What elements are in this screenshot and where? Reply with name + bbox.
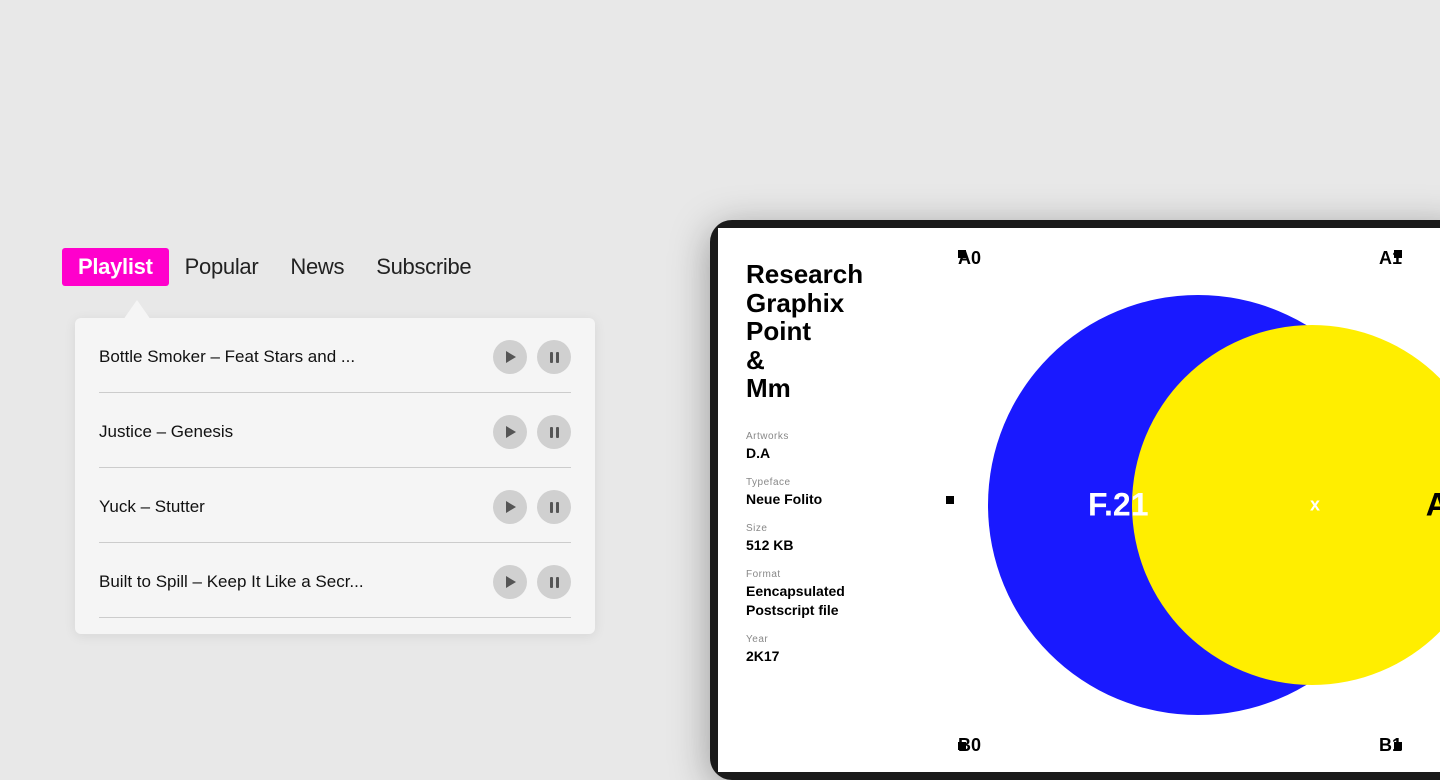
format-value: EencapsulatedPostscript file xyxy=(746,583,845,618)
meta-year: Year 2K17 xyxy=(746,634,910,666)
pause-icon xyxy=(550,427,559,438)
chart-panel: A0 A1 B0 B1 xyxy=(938,228,1440,772)
pause-icon xyxy=(550,352,559,363)
pause-button[interactable] xyxy=(537,565,571,599)
meta-typeface: Typeface Neue Folito xyxy=(746,477,910,509)
play-button[interactable] xyxy=(493,565,527,599)
typeface-value: Neue Folito xyxy=(746,491,822,507)
info-panel: ResearchGraphixPoint&Mm Artworks D.A Typ… xyxy=(718,228,938,772)
year-label: Year xyxy=(746,634,910,645)
tab-news[interactable]: News xyxy=(274,248,360,286)
play-button[interactable] xyxy=(493,340,527,374)
play-icon xyxy=(506,501,516,513)
venn-container: F.21 x AB xyxy=(968,268,1440,742)
track-item: Built to Spill – Keep It Like a Secr... xyxy=(75,543,595,618)
track-title: Justice – Genesis xyxy=(99,422,477,442)
meta-format: Format EencapsulatedPostscript file xyxy=(746,569,910,620)
size-value: 512 KB xyxy=(746,537,793,553)
size-label: Size xyxy=(746,523,910,534)
grid-square-bottom-right xyxy=(1394,742,1402,750)
format-label: Format xyxy=(746,569,910,580)
track-item: Yuck – Stutter xyxy=(75,468,595,543)
track-item: Justice – Genesis xyxy=(75,393,595,468)
venn-ab-label: AB xyxy=(1426,487,1440,524)
track-controls xyxy=(493,340,571,374)
pause-button[interactable] xyxy=(537,490,571,524)
left-panel: Playlist Popular News Subscribe Bottle S… xyxy=(0,0,660,720)
nav-tabs: Playlist Popular News Subscribe xyxy=(62,248,487,286)
pause-button[interactable] xyxy=(537,340,571,374)
pause-button[interactable] xyxy=(537,415,571,449)
grid-square-top-left xyxy=(958,250,966,258)
font-name: ResearchGraphixPoint&Mm xyxy=(746,260,910,403)
play-button[interactable] xyxy=(493,490,527,524)
grid-square-top-right xyxy=(1394,250,1402,258)
device-frame: ResearchGraphixPoint&Mm Artworks D.A Typ… xyxy=(710,220,1440,780)
artworks-label: Artworks xyxy=(746,431,910,442)
track-item: Bottle Smoker – Feat Stars and ... xyxy=(75,318,595,393)
track-title: Yuck – Stutter xyxy=(99,497,477,517)
track-controls xyxy=(493,415,571,449)
play-icon xyxy=(506,351,516,363)
device-screen: ResearchGraphixPoint&Mm Artworks D.A Typ… xyxy=(718,228,1440,772)
typeface-label: Typeface xyxy=(746,477,910,488)
pause-icon xyxy=(550,502,559,513)
playlist-card: Bottle Smoker – Feat Stars and ... xyxy=(75,318,595,634)
grid-square-bottom-left xyxy=(958,742,966,750)
track-controls xyxy=(493,490,571,524)
play-icon xyxy=(506,576,516,588)
play-button[interactable] xyxy=(493,415,527,449)
venn-center-label: F.21 xyxy=(1088,487,1148,524)
track-title: Bottle Smoker – Feat Stars and ... xyxy=(99,347,477,367)
tab-playlist[interactable]: Playlist xyxy=(62,248,169,286)
tab-popular[interactable]: Popular xyxy=(169,248,275,286)
meta-artworks: Artworks D.A xyxy=(746,431,910,463)
tab-subscribe[interactable]: Subscribe xyxy=(360,248,487,286)
track-title: Built to Spill – Keep It Like a Secr... xyxy=(99,572,477,592)
year-value: 2K17 xyxy=(746,648,779,664)
venn-x-label: x xyxy=(1310,495,1320,516)
grid-square-left xyxy=(946,496,954,504)
artworks-value: D.A xyxy=(746,445,770,461)
track-controls xyxy=(493,565,571,599)
meta-size: Size 512 KB xyxy=(746,523,910,555)
play-icon xyxy=(506,426,516,438)
pause-icon xyxy=(550,577,559,588)
